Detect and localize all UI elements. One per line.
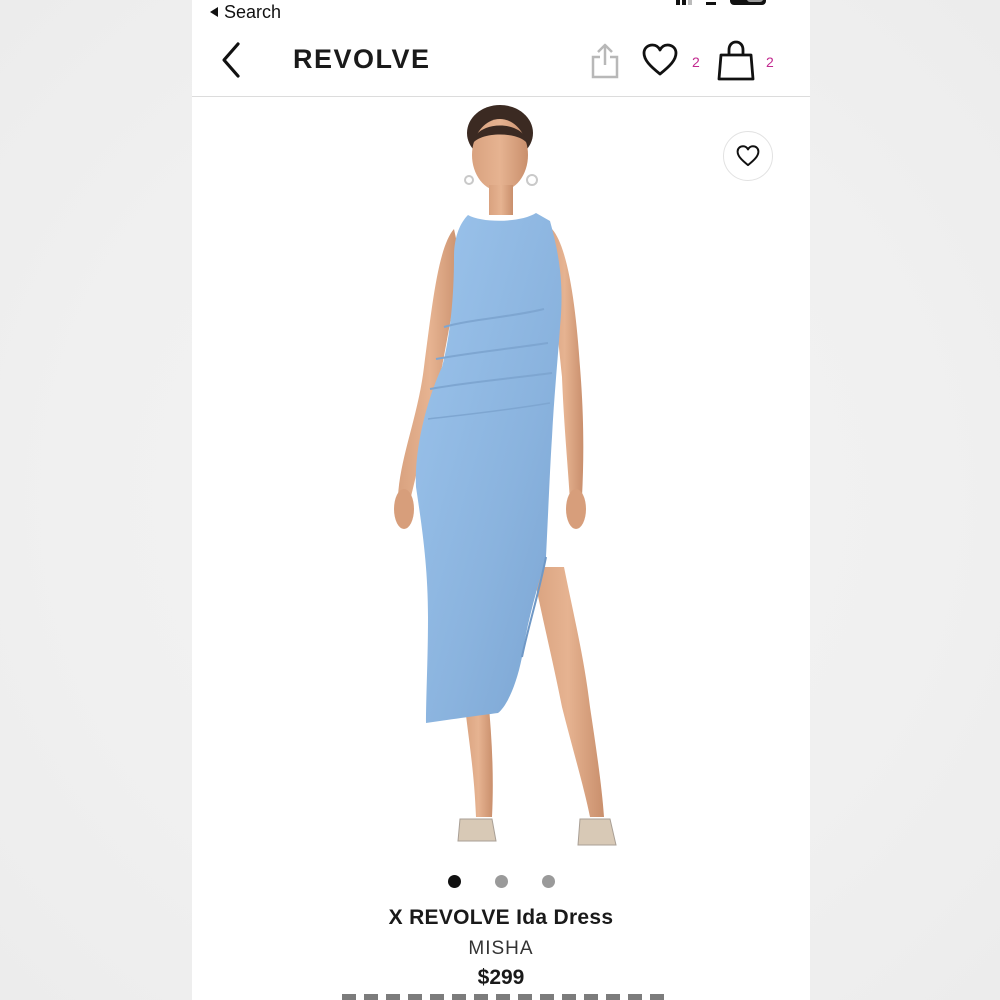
wishlist-button[interactable] <box>640 42 680 78</box>
navbar: REVOLVE 2 2 <box>192 28 810 97</box>
shopping-bag-button[interactable] <box>716 40 756 82</box>
battery-icon <box>730 0 766 5</box>
carousel-dot[interactable] <box>447 875 461 888</box>
product-image[interactable] <box>192 97 810 867</box>
back-triangle-icon <box>210 7 218 17</box>
favorite-button[interactable] <box>723 131 773 181</box>
status-indicators <box>676 0 766 5</box>
status-back-to-search[interactable]: Search <box>210 1 281 23</box>
share-icon <box>591 43 619 79</box>
carousel-dot[interactable] <box>541 875 555 888</box>
bag-count-badge: 2 <box>766 54 774 70</box>
wishlist-count-badge: 2 <box>692 54 700 70</box>
revolve-logo[interactable]: REVOLVE <box>293 44 431 75</box>
product-price: $299 <box>477 966 525 989</box>
signal-icon <box>676 0 692 5</box>
truncated-text-line <box>342 994 672 1000</box>
heart-icon <box>642 43 678 76</box>
share-button[interactable] <box>585 41 625 81</box>
wifi-icon <box>706 0 716 5</box>
carousel-dot[interactable] <box>494 875 508 888</box>
chevron-left-icon <box>222 42 240 78</box>
product-name: X REVOLVE Ida Dress <box>388 906 614 929</box>
image-carousel-dots <box>192 875 810 888</box>
heart-outline-icon <box>736 145 760 167</box>
shopping-bag-icon <box>717 40 755 81</box>
product-brand[interactable]: MISHA <box>192 938 810 960</box>
phone-screen: Search REVOLVE 2 2 X REVOLVE Ida Dress M… <box>192 0 810 1000</box>
status-back-label: Search <box>224 1 282 22</box>
back-button[interactable] <box>216 40 256 80</box>
